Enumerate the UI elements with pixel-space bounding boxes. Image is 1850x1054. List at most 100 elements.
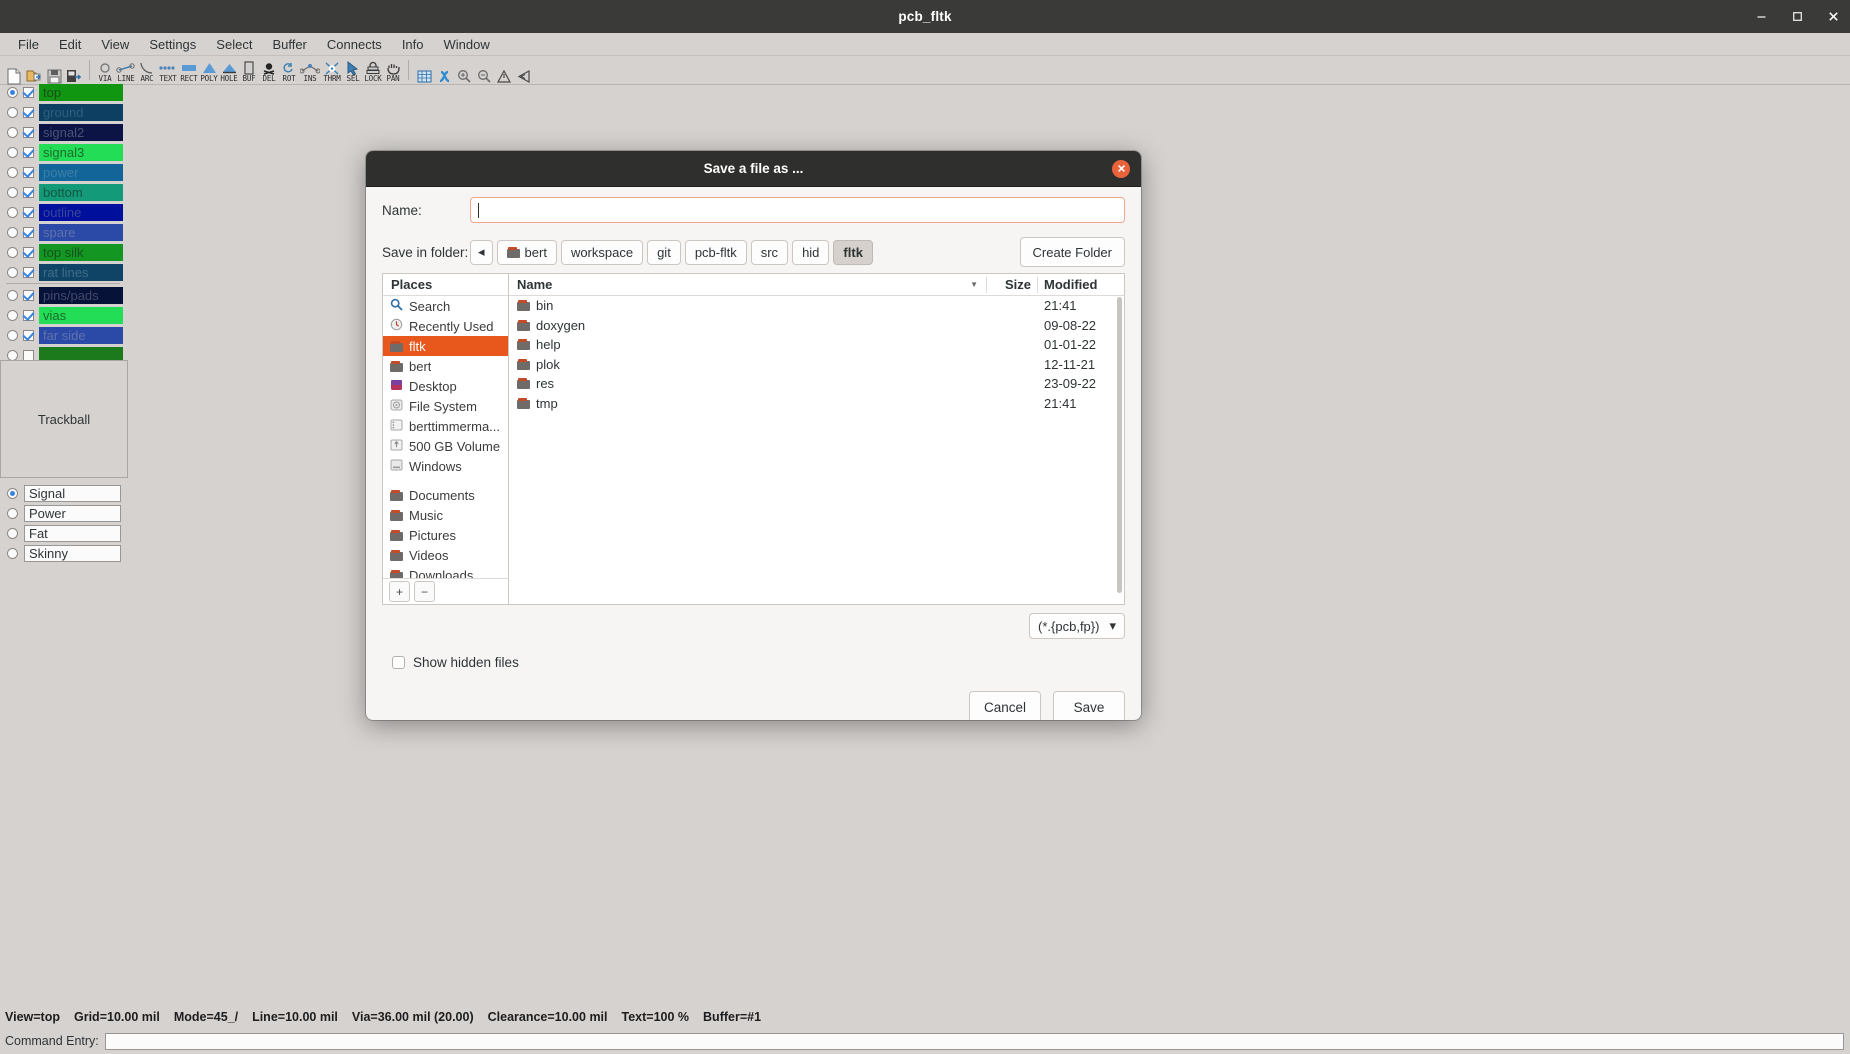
layer-active-radio[interactable]: [7, 226, 18, 238]
layer-name-swatch[interactable]: ground: [39, 103, 123, 121]
place-item-berttimmerma-[interactable]: berttimmerma...: [383, 416, 508, 436]
layer-name-swatch[interactable]: rat lines: [39, 263, 123, 281]
arc-icon[interactable]: ARC: [137, 57, 157, 83]
new-file-icon[interactable]: [4, 57, 24, 84]
place-item-recently-used[interactable]: Recently Used: [383, 316, 508, 336]
route-style-power[interactable]: Power: [0, 503, 128, 523]
layer-row-far-side[interactable]: far side: [0, 325, 128, 345]
route-style-radio[interactable]: [7, 487, 18, 499]
layer-name-swatch[interactable]: outline: [39, 203, 123, 221]
column-header-modified[interactable]: Modified: [1038, 277, 1124, 292]
lock-icon[interactable]: LOCK: [363, 57, 383, 83]
thermal-icon[interactable]: THRM: [321, 57, 343, 83]
layer-name-swatch[interactable]: power: [39, 163, 123, 181]
menu-edit[interactable]: Edit: [49, 35, 91, 54]
place-item-fltk[interactable]: fltk: [383, 336, 508, 356]
menu-settings[interactable]: Settings: [139, 35, 206, 54]
layer-active-radio[interactable]: [7, 246, 18, 258]
layer-row-signal3[interactable]: signal3: [0, 142, 128, 162]
layer-name-swatch[interactable]: signal2: [39, 123, 123, 141]
route-style-label[interactable]: Power: [24, 504, 121, 522]
layer-visible-checkbox[interactable]: [23, 126, 34, 138]
place-item-music[interactable]: Music: [383, 505, 508, 525]
layer-row-power[interactable]: power: [0, 162, 128, 182]
layer-visible-checkbox[interactable]: [23, 186, 34, 198]
place-item-500-gb-volume[interactable]: 500 GB Volume: [383, 436, 508, 456]
layer-active-radio[interactable]: [7, 166, 18, 178]
place-item-search[interactable]: Search: [383, 296, 508, 316]
layer-row-top[interactable]: top: [0, 82, 128, 102]
layer-visible-checkbox[interactable]: [23, 329, 34, 341]
place-item-desktop[interactable]: Desktop: [383, 376, 508, 396]
layer-name-swatch[interactable]: pins/pads: [39, 286, 123, 304]
layer-visible-checkbox[interactable]: [23, 226, 34, 238]
layer-visible-checkbox[interactable]: [23, 349, 34, 361]
layer-name-swatch[interactable]: top silk: [39, 243, 123, 261]
layer-name-swatch[interactable]: spare: [39, 223, 123, 241]
menu-file[interactable]: File: [8, 35, 49, 54]
layer-active-radio[interactable]: [7, 126, 18, 138]
menu-info[interactable]: Info: [392, 35, 434, 54]
delete-icon[interactable]: DEL: [259, 57, 279, 83]
pan-icon[interactable]: PAN: [383, 57, 403, 83]
column-header-name[interactable]: Name ▼: [509, 277, 986, 292]
breadcrumb-hid[interactable]: hid: [792, 239, 830, 265]
layer-visible-checkbox[interactable]: [23, 309, 34, 321]
place-item-pictures[interactable]: Pictures: [383, 525, 508, 545]
rotate-icon[interactable]: ROT: [279, 57, 299, 83]
layer-active-radio[interactable]: [7, 289, 18, 301]
warn-icon[interactable]: [494, 57, 514, 83]
layer-visible-checkbox[interactable]: [23, 246, 34, 258]
table-row[interactable]: plok 12-11-21: [509, 355, 1124, 375]
layer-active-radio[interactable]: [7, 309, 18, 321]
show-hidden-checkbox[interactable]: [392, 655, 405, 669]
route-style-label[interactable]: Skinny: [24, 544, 121, 562]
layer-row-outline[interactable]: outline: [0, 202, 128, 222]
route-style-label[interactable]: Signal: [24, 484, 121, 502]
layer-active-radio[interactable]: [7, 349, 18, 361]
place-item-bert[interactable]: bert: [383, 356, 508, 376]
route-style-radio[interactable]: [7, 507, 18, 519]
create-folder-button[interactable]: Create Folder: [1019, 237, 1125, 267]
select-icon[interactable]: SEL: [343, 57, 363, 83]
layer-name-swatch[interactable]: vias: [39, 306, 123, 324]
menu-view[interactable]: View: [91, 35, 139, 54]
table-row[interactable]: tmp 21:41: [509, 394, 1124, 414]
layer-visible-checkbox[interactable]: [23, 166, 34, 178]
place-item-file-system[interactable]: File System: [383, 396, 508, 416]
breadcrumb-workspace[interactable]: workspace: [560, 239, 644, 265]
rect-icon[interactable]: RECT: [179, 57, 199, 83]
filename-input[interactable]: [470, 197, 1125, 223]
layer-active-radio[interactable]: [7, 86, 18, 98]
route-style-label[interactable]: Fat: [24, 524, 121, 542]
cancel-button[interactable]: Cancel: [969, 691, 1041, 720]
zoom-out-icon[interactable]: [474, 57, 494, 83]
layer-visible-checkbox[interactable]: [23, 289, 34, 301]
buffer-icon[interactable]: BUF: [239, 57, 259, 83]
layer-visible-checkbox[interactable]: [23, 146, 34, 158]
route-style-radio[interactable]: [7, 547, 18, 559]
zoom-in-icon[interactable]: [454, 57, 474, 83]
place-item-windows[interactable]: Windows: [383, 456, 508, 476]
trackball-widget[interactable]: Trackball: [0, 360, 128, 478]
file-list-scrollbar[interactable]: [1116, 297, 1123, 602]
layer-row-signal2[interactable]: signal2: [0, 122, 128, 142]
maximize-button[interactable]: [1786, 6, 1808, 28]
add-bookmark-button[interactable]: +: [389, 581, 410, 602]
remove-bookmark-button[interactable]: −: [414, 581, 435, 602]
layer-row-spare[interactable]: spare: [0, 222, 128, 242]
layer-row-vias[interactable]: vias: [0, 305, 128, 325]
close-button[interactable]: [1822, 6, 1844, 28]
scrollbar-thumb[interactable]: [1117, 297, 1122, 593]
route-style-fat[interactable]: Fat: [0, 523, 128, 543]
layer-row-ground[interactable]: ground: [0, 102, 128, 122]
file-type-filter-dropdown[interactable]: (*.{pcb,fp}) ▾: [1029, 613, 1125, 639]
layer-active-radio[interactable]: [7, 266, 18, 278]
layer-active-radio[interactable]: [7, 206, 18, 218]
layer-name-swatch[interactable]: signal3: [39, 143, 123, 161]
open-file-icon[interactable]: [24, 57, 44, 83]
breadcrumb-fltk[interactable]: fltk: [833, 239, 873, 265]
menu-window[interactable]: Window: [434, 35, 500, 54]
save-file-icon[interactable]: [44, 57, 64, 83]
place-item-downloads[interactable]: Downloads: [383, 565, 508, 578]
